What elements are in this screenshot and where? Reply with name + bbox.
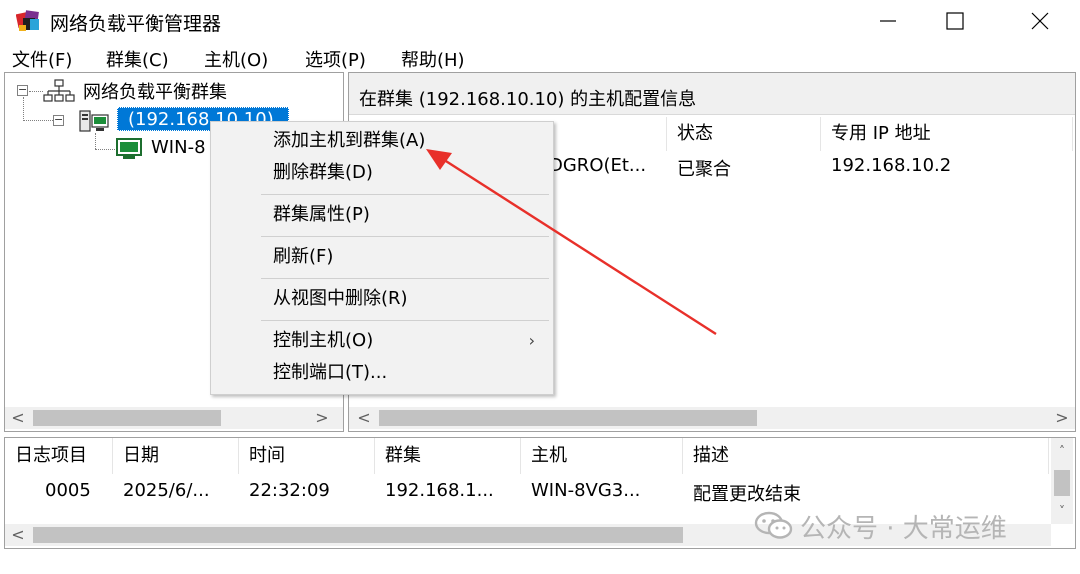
- menu-item-label: 添加主机到群集(A): [273, 130, 426, 151]
- title-bar: 网络负载平衡管理器: [0, 0, 1080, 42]
- scroll-right-arrow[interactable]: >: [1051, 407, 1073, 429]
- submenu-arrow-icon: ›: [528, 331, 535, 350]
- scroll-thumb[interactable]: [379, 410, 757, 426]
- menu-host[interactable]: 主机(O): [204, 46, 268, 72]
- host-config-header: 在群集 (192.168.10.10) 的主机配置信息: [349, 73, 1075, 115]
- scroll-up-arrow[interactable]: ˄: [1051, 440, 1073, 462]
- scroll-left-arrow[interactable]: <: [7, 407, 29, 429]
- window-title: 网络负载平衡管理器: [50, 13, 222, 35]
- cell-status: 已聚合: [677, 159, 731, 180]
- tree-connector: [23, 97, 24, 119]
- cluster-context-menu: 添加主机到群集(A) 删除群集(D) 群集属性(P) 刷新(F) 从视图中删除(…: [210, 121, 554, 395]
- collapse-root-toggle[interactable]: −: [17, 84, 28, 96]
- scroll-left-arrow[interactable]: <: [353, 407, 375, 429]
- watermark-text: 公众号 · 大常运维: [800, 514, 1007, 544]
- menu-item-label: 群集属性(P): [273, 204, 370, 225]
- tree-connector: [29, 91, 43, 92]
- cell-interface: DGRO(Et...: [549, 155, 647, 176]
- menu-separator: [261, 320, 549, 321]
- log-cell-time: 22:32:09: [249, 480, 330, 501]
- menu-cluster[interactable]: 群集(C): [106, 46, 169, 72]
- menu-refresh[interactable]: 刷新(F): [211, 243, 553, 271]
- column-header-status[interactable]: 状态: [667, 117, 821, 151]
- minimize-button[interactable]: [856, 0, 920, 42]
- collapse-cluster-toggle[interactable]: −: [53, 114, 64, 126]
- menu-item-label: 控制主机(O): [273, 330, 374, 351]
- nlb-cluster-network-icon: [43, 79, 75, 102]
- log-column-description[interactable]: 描述: [683, 438, 1049, 474]
- column-header-dedicated-ip[interactable]: 专用 IP 地址: [821, 117, 1073, 151]
- menu-cluster-properties[interactable]: 群集属性(P): [211, 201, 553, 229]
- wechat-watermark-icon: [754, 511, 793, 539]
- menu-help[interactable]: 帮助(H): [401, 46, 465, 72]
- log-column-host[interactable]: 主机: [521, 438, 683, 474]
- tree-root-label[interactable]: 网络负载平衡群集: [83, 78, 227, 104]
- scroll-thumb[interactable]: [33, 410, 221, 426]
- menu-item-label: 刷新(F): [273, 246, 334, 267]
- menu-separator: [261, 194, 549, 195]
- host-config-header-text: 在群集 (192.168.10.10) 的主机配置信息: [359, 89, 697, 110]
- maximize-button[interactable]: [922, 0, 986, 42]
- tree-connector: [95, 149, 115, 150]
- menu-item-label: 控制端口(T)...: [273, 362, 388, 383]
- tree-connector: [95, 133, 96, 149]
- tree-connector: [23, 120, 53, 121]
- log-cell-host: WIN-8VG3...: [531, 480, 641, 501]
- close-button[interactable]: [1008, 0, 1072, 42]
- tree-host-node[interactable]: WIN-8: [151, 137, 206, 158]
- menu-add-host-to-cluster[interactable]: 添加主机到群集(A): [211, 127, 553, 155]
- log-column-cluster[interactable]: 群集: [375, 438, 521, 474]
- log-column-date[interactable]: 日期: [113, 438, 239, 474]
- tree-horizontal-scrollbar[interactable]: < >: [5, 407, 343, 429]
- log-cell-cluster: 192.168.1...: [385, 480, 494, 501]
- scroll-thumb[interactable]: [1054, 470, 1070, 496]
- menu-separator: [261, 278, 549, 279]
- menu-remove-from-view[interactable]: 从视图中删除(R): [211, 285, 553, 313]
- cell-dedicated-ip: 192.168.10.2: [831, 155, 952, 176]
- log-cell-description: 配置更改结束: [693, 484, 801, 505]
- log-cell-date: 2025/6/...: [123, 480, 210, 501]
- nlb-app-icon: [16, 10, 39, 31]
- config-horizontal-scrollbar[interactable]: < >: [349, 407, 1075, 429]
- menu-item-label: 删除群集(D): [273, 162, 373, 183]
- scroll-down-arrow[interactable]: ˅: [1051, 500, 1073, 522]
- menu-options[interactable]: 选项(P): [305, 46, 366, 72]
- log-column-time[interactable]: 时间: [239, 438, 375, 474]
- menu-item-label: 从视图中删除(R): [273, 288, 408, 309]
- log-cell-entry: 0005: [45, 480, 91, 501]
- scroll-thumb[interactable]: [33, 527, 683, 543]
- menu-delete-cluster[interactable]: 删除群集(D): [211, 159, 553, 187]
- menu-control-host[interactable]: 控制主机(O) ›: [211, 327, 553, 355]
- log-column-entry[interactable]: 日志项目: [5, 438, 113, 474]
- scroll-right-arrow[interactable]: >: [311, 407, 333, 429]
- menu-control-ports[interactable]: 控制端口(T)...: [211, 359, 553, 387]
- menu-file[interactable]: 文件(F): [12, 46, 72, 72]
- cluster-servers-icon: [79, 110, 109, 132]
- log-vertical-scrollbar[interactable]: ˄ ˅: [1051, 438, 1073, 524]
- menu-bar: 文件(F) 群集(C) 主机(O) 选项(P) 帮助(H): [0, 44, 1080, 72]
- menu-separator: [261, 236, 549, 237]
- host-computer-icon: [116, 138, 142, 159]
- scroll-left-arrow[interactable]: <: [7, 524, 29, 546]
